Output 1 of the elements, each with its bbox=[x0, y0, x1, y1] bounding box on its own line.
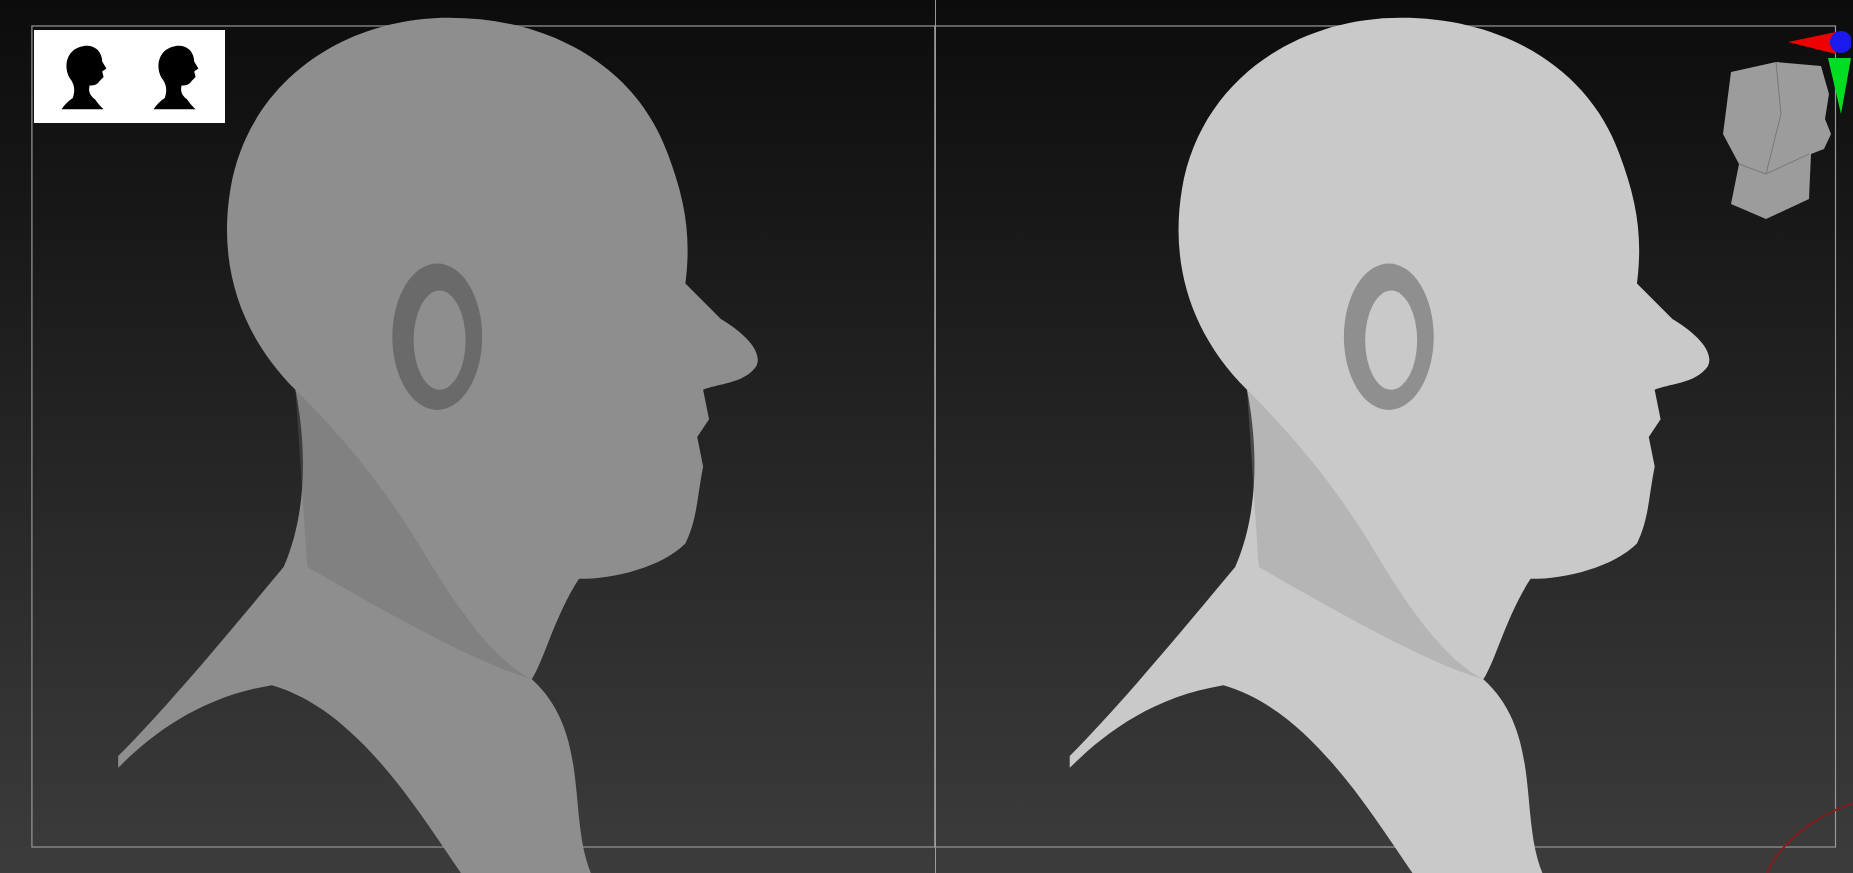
axis-gizmo-icon bbox=[1723, 31, 1851, 219]
